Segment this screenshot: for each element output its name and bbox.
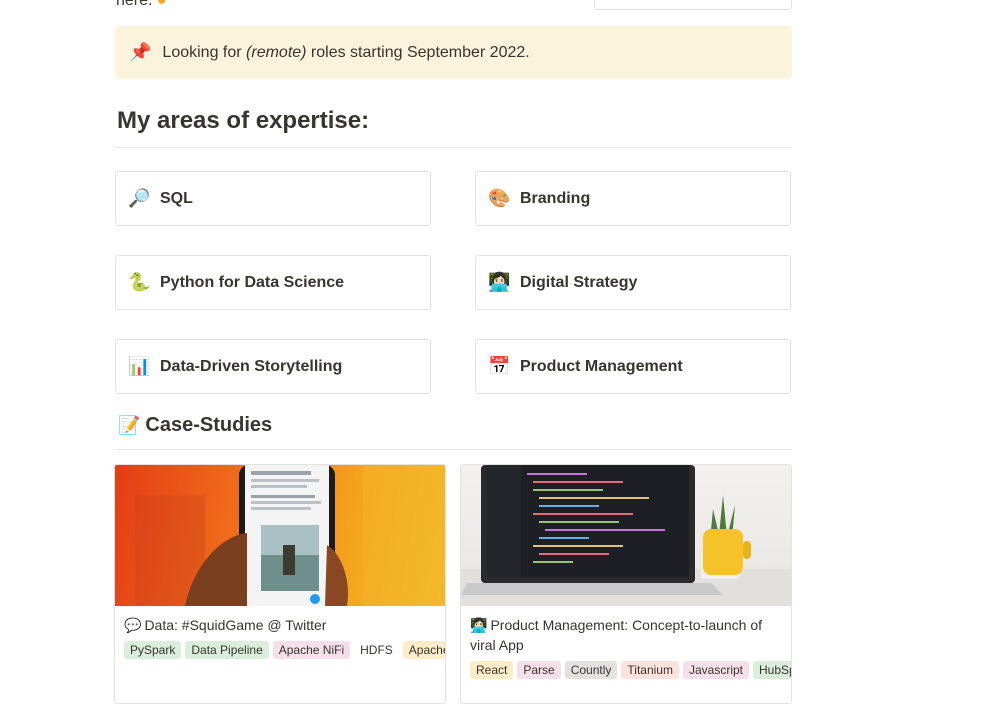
expertise-label: Digital Strategy — [520, 273, 638, 291]
divider — [115, 449, 792, 450]
tag: Javascript — [682, 661, 750, 679]
expertise-card-storytelling[interactable]: 📊 Data-Driven Storytelling — [115, 339, 431, 394]
phone-illustration — [135, 465, 445, 606]
snake-icon: 🐍 — [128, 272, 151, 292]
tag-list: ReactParseCountlyTitaniumJavascriptHubSp… — [461, 655, 791, 679]
cover-image-phone — [115, 465, 445, 606]
case-studies-heading: 📝 Case-Studies — [118, 414, 272, 437]
technologist-icon: 👩🏻‍💻 — [488, 272, 511, 292]
pushpin-icon: 📌 — [129, 42, 152, 62]
tag: PySpark — [124, 641, 182, 659]
calendar-icon: 📅 — [488, 356, 511, 376]
tag: Apache NiFi — [272, 641, 351, 659]
case-study-card[interactable]: 💬 Data: #SquidGame @ Twitter PySpark Data … — [114, 464, 446, 704]
tag: Data Pipeline — [185, 641, 269, 659]
emoji-icon: ● — [156, 0, 167, 9]
case-study-title: 💬 Data: #SquidGame @ Twitter — [124, 617, 327, 633]
intro-text-fragment: here. ● — [116, 0, 167, 10]
tag: React — [470, 661, 514, 679]
tag: Countly — [564, 661, 618, 679]
availability-callout: 📌 Looking for (remote) roles starting Se… — [115, 26, 792, 79]
expertise-card-branding[interactable]: 🎨 Branding — [475, 171, 791, 226]
expertise-card-product-management[interactable]: 📅 Product Management — [475, 339, 791, 394]
memo-icon: 📝 — [118, 415, 141, 435]
tag-list: PySpark Data Pipeline Apache NiFi HDFS Apach… — [115, 635, 445, 659]
case-studies-title: Case-Studies — [145, 414, 273, 436]
technologist-icon: 👩🏻‍💻 — [470, 617, 488, 633]
laptop-illustration — [461, 465, 791, 606]
palette-icon: 🎨 — [488, 188, 511, 208]
top-embed-box[interactable] — [594, 0, 792, 10]
expertise-label: Product Management — [520, 357, 683, 375]
case-study-title: 👩🏻‍💻 Product Management: Concept-to-launc… — [470, 617, 763, 653]
cover-image-laptop — [461, 465, 791, 606]
divider — [115, 147, 792, 148]
case-study-card[interactable]: 👩🏻‍💻 Product Management: Concept-to-launc… — [460, 464, 792, 704]
callout-text: Looking for (remote) roles starting Sept… — [162, 43, 530, 61]
expertise-label: SQL — [160, 189, 193, 207]
tag: HDFS — [354, 641, 399, 659]
expertise-card-sql[interactable]: 🔎 SQL — [115, 171, 431, 226]
expertise-heading: My areas of expertise: — [117, 107, 370, 134]
speech-bubble-icon: 💬 — [124, 617, 142, 633]
magnifying-glass-icon: 🔎 — [128, 188, 151, 208]
expertise-card-python[interactable]: 🐍 Python for Data Science — [115, 255, 431, 310]
expertise-label: Data-Driven Storytelling — [160, 357, 343, 375]
expertise-label: Python for Data Science — [160, 273, 345, 291]
tag: Parse — [517, 661, 561, 679]
bar-chart-icon: 📊 — [128, 356, 151, 376]
tag: Apache — [402, 641, 445, 659]
expertise-card-digital-strategy[interactable]: 👩🏻‍💻 Digital Strategy — [475, 255, 791, 310]
tag: Titanium — [621, 661, 679, 679]
tag: HubSpot — [753, 661, 791, 679]
expertise-label: Branding — [520, 189, 591, 207]
